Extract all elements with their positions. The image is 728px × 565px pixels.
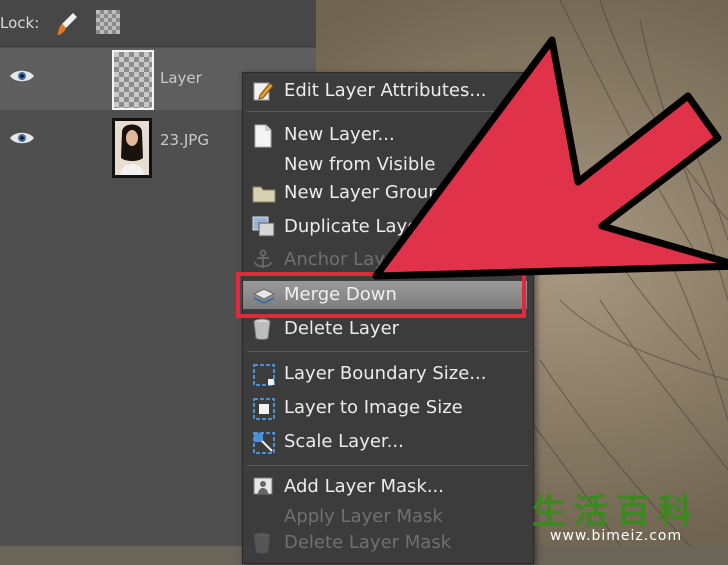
red-pointer-arrow-icon xyxy=(372,36,728,280)
watermark-chinese-text: 生活百科 xyxy=(532,492,700,532)
watermark-url: www.bimeiz.com xyxy=(550,528,683,544)
watermark: 生活百科 www.bimeiz.com xyxy=(528,482,728,546)
